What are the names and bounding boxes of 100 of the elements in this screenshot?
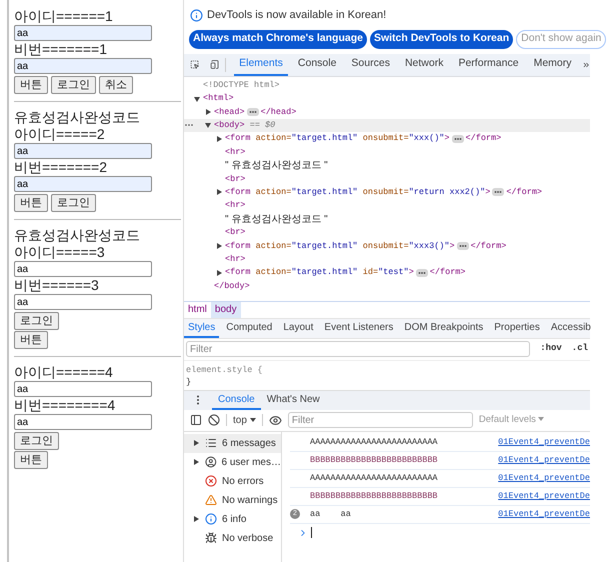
sidebar-item[interactable]: No errors — [184, 472, 281, 490]
ellipsis-icon[interactable] — [416, 268, 428, 277]
styles-tab[interactable]: DOM Breakpoints — [400, 318, 488, 338]
tag-line[interactable]: <head> — [214, 106, 245, 118]
collapse-arrow-icon[interactable] — [194, 96, 200, 102]
field-label: 아이디======4 — [14, 364, 113, 381]
user-icon — [204, 456, 217, 468]
panel-tab[interactable]: Network — [400, 53, 448, 76]
panel-tab[interactable]: Sources — [346, 53, 395, 76]
form-button[interactable]: 로그인 — [14, 432, 59, 450]
styles-tab[interactable]: Computed — [222, 318, 276, 338]
form-button[interactable]: 버튼 — [14, 331, 48, 349]
panel-tab[interactable]: Memory — [528, 53, 576, 76]
info-icon — [190, 8, 203, 22]
form-heading: 유효성검사완성코드 — [14, 109, 140, 126]
expand-arrow-icon[interactable] — [216, 270, 222, 276]
expand-arrow-icon[interactable] — [194, 516, 199, 522]
styles-tab[interactable]: Styles — [184, 318, 220, 338]
log-message: AAAAAAAAAAAAAAAAAAAAAAAAA — [310, 436, 439, 448]
styles-tab[interactable]: Properties — [490, 318, 544, 338]
more-dots-icon[interactable] — [185, 124, 193, 126]
info-icon — [205, 513, 217, 525]
input-field[interactable]: aa — [14, 414, 152, 430]
caret-icon — [538, 417, 544, 422]
form-button[interactable]: 취소 — [99, 76, 133, 94]
source-link[interactable]: 01Event4_preventDe — [498, 436, 590, 448]
tag-line[interactable]: <html> — [203, 92, 234, 105]
tag-line: <hr> — [225, 146, 246, 159]
error-icon — [205, 475, 217, 487]
notice-button[interactable]: Always match Chrome's language — [189, 30, 367, 48]
panel-tab[interactable]: Performance — [453, 53, 524, 76]
log-message: aa aa — [310, 508, 352, 520]
drawer-tab[interactable]: Console — [212, 390, 261, 410]
console-filter-field[interactable]: Filter — [288, 412, 473, 428]
input-field[interactable]: aa — [14, 143, 152, 159]
source-link[interactable]: 01Event4_preventDe — [498, 472, 590, 484]
source-link[interactable]: 01Event4_preventDe — [498, 508, 590, 520]
form-button[interactable]: 로그인 — [51, 76, 96, 94]
expand-arrow-icon[interactable] — [194, 459, 199, 465]
panel-tab[interactable]: Elements — [234, 53, 288, 76]
form-button[interactable]: 로그인 — [51, 194, 96, 212]
sidebar-item[interactable]: 6 user mes… — [184, 452, 281, 472]
context-selector[interactable]: top — [233, 412, 256, 428]
input-field[interactable]: aa — [14, 294, 152, 310]
sidebar-item[interactable]: 6 info — [184, 510, 281, 528]
styles-tab[interactable]: Accessib — [546, 318, 595, 338]
class-toggle[interactable]: .cl — [572, 342, 588, 356]
form-button[interactable]: 버튼 — [14, 76, 48, 94]
text-content-label: " 유효성검사완성코드 " — [225, 212, 328, 227]
tag-line[interactable]: <body> == $0 — [214, 118, 276, 132]
form-button[interactable]: 버튼 — [14, 451, 48, 469]
breadcrumb-item[interactable]: html — [184, 302, 211, 318]
styles-tab[interactable]: Event Listeners — [320, 318, 398, 338]
expand-arrow-icon[interactable] — [216, 242, 222, 249]
source-link[interactable]: 01Event4_preventDe — [498, 490, 590, 502]
sidebar-toggle-icon[interactable] — [190, 414, 202, 426]
ellipsis-icon[interactable] — [246, 108, 259, 116]
input-field[interactable]: aa — [14, 381, 152, 397]
form-button[interactable]: 버튼 — [14, 194, 48, 212]
field-label: 비번========4 — [14, 397, 116, 414]
expand-arrow-icon[interactable] — [194, 440, 199, 446]
input-field[interactable]: aa — [14, 58, 152, 74]
input-field[interactable]: aa — [14, 25, 152, 41]
style-rule-selector: element.style { — [186, 364, 264, 376]
ellipsis-icon[interactable] — [492, 188, 504, 196]
input-field[interactable]: aa — [14, 176, 152, 192]
bug-icon — [205, 532, 217, 544]
selected-row[interactable]: <body> == $0 — [184, 118, 590, 132]
tag-line: <hr> — [225, 199, 246, 212]
styles-tab[interactable]: Layout — [279, 318, 318, 338]
sidebar-item[interactable]: No warnings — [184, 490, 281, 510]
ellipsis-icon[interactable] — [456, 242, 469, 250]
clear-console-icon[interactable] — [208, 414, 220, 426]
tag-line[interactable]: <form action="target.html" onsubmit="xxx()"> — [225, 132, 450, 146]
log-message: BBBBBBBBBBBBBBBBBBBBBBBBB — [310, 490, 439, 502]
hover-toggle[interactable]: :hov — [540, 342, 562, 356]
input-field[interactable]: aa — [14, 261, 152, 277]
tag-line[interactable]: <form action="target.html" onsubmit="xxx3()"> — [225, 240, 455, 252]
panel-tab[interactable]: Console — [292, 53, 342, 76]
notice-button[interactable]: Switch DevTools to Korean — [370, 30, 514, 48]
expand-arrow-icon[interactable] — [205, 108, 211, 115]
tag-line[interactable]: <form action="target.html" id="test"> — [225, 266, 414, 280]
sidebar-item[interactable]: No verbose — [184, 528, 281, 548]
expand-arrow-icon[interactable] — [216, 189, 222, 196]
source-link[interactable]: 01Event4_preventDe — [498, 454, 590, 466]
expand-arrow-icon[interactable] — [216, 136, 222, 142]
field-label: 아이디=====2 — [14, 126, 105, 143]
tag-line[interactable]: <form action="target.html" onsubmit="return xxx2()"> — [225, 186, 490, 199]
sidebar-item[interactable]: 6 messages — [184, 434, 281, 452]
device-icon[interactable] — [210, 58, 220, 71]
inspect-icon[interactable] — [190, 58, 200, 71]
collapse-arrow-icon[interactable] — [205, 122, 211, 128]
notice-text: DevTools is now available in Korean! — [207, 8, 386, 23]
form-button[interactable]: 로그인 — [14, 312, 59, 330]
breadcrumb-item[interactable]: body — [210, 302, 241, 318]
drawer-tab[interactable]: What's New — [260, 390, 326, 410]
ellipsis-icon[interactable] — [452, 134, 464, 143]
filter-field[interactable]: Filter — [186, 341, 530, 357]
eye-icon[interactable] — [268, 414, 282, 426]
doctype-line: <!DOCTYPE html> — [203, 78, 280, 92]
